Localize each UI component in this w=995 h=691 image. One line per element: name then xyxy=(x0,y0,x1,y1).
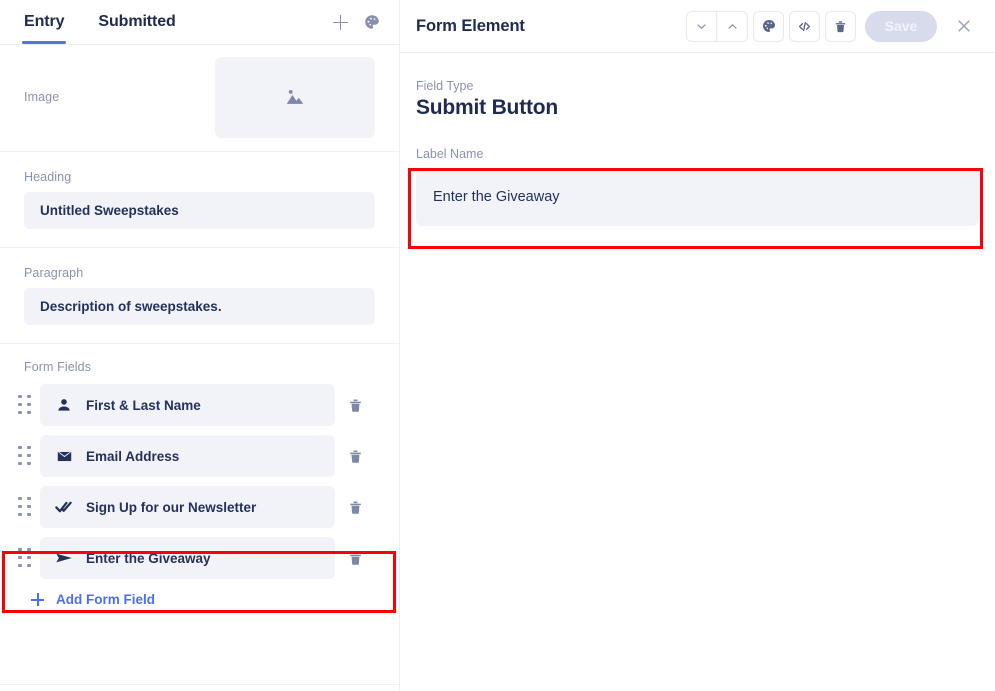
trash-icon xyxy=(347,448,364,465)
heading-section-label: Heading xyxy=(24,170,375,184)
form-element-editor-panel: Form Element xyxy=(400,0,995,691)
send-icon xyxy=(54,548,74,568)
move-up-button[interactable] xyxy=(717,11,748,42)
field-type-value: Submit Button xyxy=(416,96,995,120)
form-field-row-enter-giveaway: Enter the Giveaway xyxy=(14,537,375,579)
form-field-label: Sign Up for our Newsletter xyxy=(86,500,256,515)
editor-toolbar: Save xyxy=(686,11,979,42)
form-fields-section-label: Form Fields xyxy=(24,360,375,374)
move-down-button[interactable] xyxy=(686,11,717,42)
image-icon xyxy=(284,86,306,108)
form-preview-panel: Entry Submitted Image xyxy=(0,0,400,691)
heading-section: Heading Untitled Sweepstakes xyxy=(0,152,399,248)
paragraph-section-label: Paragraph xyxy=(24,266,375,280)
drag-handle-icon[interactable] xyxy=(14,545,36,571)
delete-field-button[interactable] xyxy=(335,537,375,579)
code-button[interactable] xyxy=(789,11,820,42)
image-section[interactable]: Image xyxy=(0,45,399,152)
page-title: Form Element xyxy=(416,17,525,36)
palette-icon xyxy=(761,18,777,34)
delete-field-button[interactable] xyxy=(335,435,375,477)
form-field-row-first-last-name: First & Last Name xyxy=(14,384,375,426)
paragraph-section: Paragraph Description of sweepstakes. xyxy=(0,248,399,344)
tab-submitted[interactable]: Submitted xyxy=(96,13,177,44)
field-type-label: Field Type xyxy=(416,79,995,93)
chevron-up-icon xyxy=(726,20,739,33)
theme-button[interactable] xyxy=(359,9,385,35)
form-field-chip-enter-giveaway[interactable]: Enter the Giveaway xyxy=(40,537,335,579)
panel-bottom-divider xyxy=(0,684,399,685)
form-field-label: Enter the Giveaway xyxy=(86,551,211,566)
form-field-row-newsletter: Sign Up for our Newsletter xyxy=(14,486,375,528)
palette-icon xyxy=(363,13,381,31)
trash-icon xyxy=(347,499,364,516)
drag-handle-icon[interactable] xyxy=(14,443,36,469)
double-check-icon xyxy=(54,497,74,517)
add-form-field-button[interactable]: Add Form Field xyxy=(28,588,375,611)
tab-submitted-label: Submitted xyxy=(98,13,175,30)
image-section-label: Image xyxy=(24,90,59,104)
trash-icon xyxy=(347,397,364,414)
label-name-group: Label Name Enter the Giveaway xyxy=(416,147,995,226)
person-icon xyxy=(54,395,74,415)
form-fields-section: Form Fields First & Last Name xyxy=(0,344,399,621)
close-icon xyxy=(955,17,973,35)
heading-value[interactable]: Untitled Sweepstakes xyxy=(24,192,375,229)
tab-entry[interactable]: Entry xyxy=(22,13,66,44)
paragraph-value[interactable]: Description of sweepstakes. xyxy=(24,288,375,325)
save-button[interactable]: Save xyxy=(865,11,937,42)
style-button[interactable] xyxy=(753,11,784,42)
delete-button[interactable] xyxy=(825,11,856,42)
add-element-button[interactable] xyxy=(327,9,353,35)
label-name-input[interactable]: Enter the Giveaway xyxy=(416,168,979,226)
form-field-chip-first-last-name[interactable]: First & Last Name xyxy=(40,384,335,426)
image-placeholder[interactable] xyxy=(215,57,375,138)
tab-entry-label: Entry xyxy=(24,13,64,30)
form-field-chip-email-address[interactable]: Email Address xyxy=(40,435,335,477)
form-field-chip-newsletter[interactable]: Sign Up for our Newsletter xyxy=(40,486,335,528)
close-button[interactable] xyxy=(949,11,979,41)
envelope-icon xyxy=(54,446,74,466)
delete-field-button[interactable] xyxy=(335,384,375,426)
trash-icon xyxy=(347,550,364,567)
form-field-row-email-address: Email Address xyxy=(14,435,375,477)
plus-icon xyxy=(31,593,44,606)
plus-icon xyxy=(333,15,348,30)
tab-bar: Entry Submitted xyxy=(0,0,399,45)
trash-icon xyxy=(833,19,848,34)
drag-handle-icon[interactable] xyxy=(14,392,36,418)
delete-field-button[interactable] xyxy=(335,486,375,528)
add-form-field-label: Add Form Field xyxy=(56,592,155,607)
label-name-label: Label Name xyxy=(416,147,979,161)
drag-handle-icon[interactable] xyxy=(14,494,36,520)
form-field-label: First & Last Name xyxy=(86,398,201,413)
form-field-label: Email Address xyxy=(86,449,179,464)
editor-body: Field Type Submit Button Label Name Ente… xyxy=(400,53,995,226)
chevron-down-icon xyxy=(695,20,708,33)
form-builder-app: Entry Submitted Image xyxy=(0,0,995,691)
editor-header: Form Element xyxy=(400,0,995,53)
code-icon xyxy=(797,19,812,34)
